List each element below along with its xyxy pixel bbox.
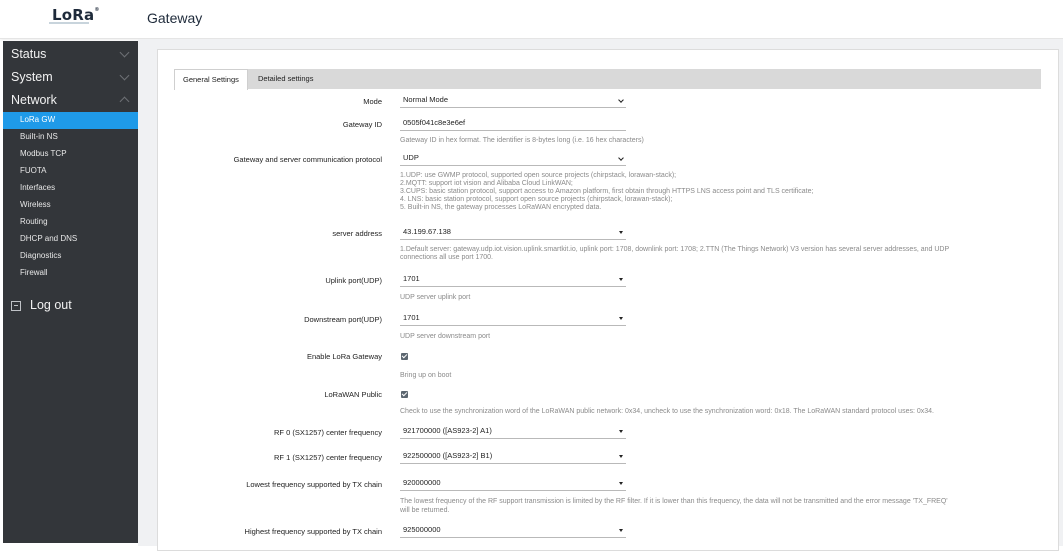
protocol-value: UDP [403,153,419,162]
lowest-frequency-value: 920000000 [403,478,441,487]
logo-underline [49,22,89,24]
uplink-port-value: 1701 [403,274,420,283]
dropdown-arrow-icon [619,278,623,281]
sidebar-item-label: Diagnostics [20,251,62,260]
rf1-frequency-label: RF 1 (SX1257) center frequency [274,453,382,462]
chevron-down-icon [618,155,624,161]
server-address-value: 43.199.67.138 [403,227,451,236]
rf1-frequency-value: 922500000 ([AS923-2] B1) [403,451,493,460]
main-content: General Settings Detailed settings Mode … [138,39,1063,551]
rf0-frequency-select[interactable]: 921700000 ([AS923-2] A1) [400,424,626,439]
chevron-down-icon [119,47,130,58]
dropdown-arrow-icon [619,430,623,433]
logo-registered-mark: ® [94,7,100,13]
sidebar-item-routing[interactable]: Routing [3,214,138,231]
dropdown-arrow-icon [619,231,623,234]
sidebar-group-network[interactable]: Network [3,89,138,112]
sidebar-item-label: Firewall [20,268,48,277]
highest-frequency-value: 925000000 [403,525,441,534]
protocol-select[interactable]: UDP [400,151,626,166]
top-bar: LoRa® Gateway [0,0,1063,39]
sidebar-item-label: Wireless [20,200,51,209]
server-hint-2: connections all use port 1700. [400,254,494,261]
gateway-id-label: Gateway ID [342,120,382,129]
tab-general-settings[interactable]: General Settings [174,69,248,90]
sidebar-item-label: Built-in NS [20,132,58,141]
sidebar-item-wireless[interactable]: Wireless [3,197,138,214]
downstream-port-label: Downstream port(UDP) [304,315,382,324]
sidebar-item-label: Interfaces [20,183,56,192]
lowest-frequency-label: Lowest frequency supported by TX chain [246,480,382,489]
lowest-frequency-select[interactable]: 920000000 [400,476,626,491]
server-address-select[interactable]: 43.199.67.138 [400,225,626,240]
sidebar-item-label: DHCP and DNS [20,234,78,243]
chevron-up-icon [119,96,130,107]
sidebar: Status System Network LoRa GW Built-in N… [3,41,138,543]
uplink-port-label: Uplink port(UDP) [325,276,382,285]
highest-frequency-select[interactable]: 925000000 [400,523,626,538]
settings-card: General Settings Detailed settings Mode … [157,49,1059,551]
mode-value: Normal Mode [403,95,449,104]
sidebar-group-status[interactable]: Status [3,43,138,66]
server-address-label: server address [332,229,382,238]
tab-bar: General Settings Detailed settings [174,69,1041,90]
sidebar-item-label: Routing [20,217,48,226]
sidebar-item-label: FUOTA [20,166,47,175]
dropdown-arrow-icon [619,317,623,320]
rf1-frequency-select[interactable]: 922500000 ([AS923-2] B1) [400,449,626,464]
dropdown-arrow-icon [619,482,623,485]
lorawan-public-hint: Check to use the synchronization word of… [400,408,934,415]
sidebar-item-diagnostics[interactable]: Diagnostics [3,248,138,265]
sidebar-item-interfaces[interactable]: Interfaces [3,180,138,197]
page-title: Gateway [147,10,203,26]
downstream-port-value: 1701 [403,313,420,322]
lorawan-public-label: LoRaWAN Public [324,390,382,399]
sidebar-group-label: Network [11,93,57,107]
sidebar-item-label: LoRa GW [20,115,56,124]
sidebar-item-built-in-ns[interactable]: Built-in NS [3,129,138,146]
downstream-port-hint: UDP server downstream port [400,333,491,340]
rf0-frequency-value: 921700000 ([AS923-2] A1) [403,426,492,435]
sidebar-item-dhcp-dns[interactable]: DHCP and DNS [3,231,138,248]
downstream-port-select[interactable]: 1701 [400,311,626,326]
gateway-id-hint: Gateway ID in hex format. The identifier… [400,137,644,144]
sidebar-group-label: System [11,70,53,84]
mode-select[interactable]: Normal Mode [400,93,626,108]
sidebar-group-system[interactable]: System [3,66,138,89]
sidebar-item-lora-gw[interactable]: LoRa GW [3,112,138,129]
sidebar-item-modbus-tcp[interactable]: Modbus TCP [3,146,138,163]
sidebar-group-label: Status [11,47,47,61]
tab-detailed-settings[interactable]: Detailed settings [250,69,321,89]
dropdown-arrow-icon [619,455,623,458]
lowest-frequency-hint-1: The lowest frequency of the RF support t… [400,498,948,505]
dropdown-arrow-icon [619,529,623,532]
sidebar-item-fuota[interactable]: FUOTA [3,163,138,180]
chevron-down-icon [618,97,624,103]
uplink-port-select[interactable]: 1701 [400,272,626,287]
mode-label: Mode [363,97,382,106]
gateway-id-input[interactable]: 0505f041c8e3e6ef [400,116,626,131]
enable-gateway-hint: Bring up on boot [400,372,452,379]
lorawan-public-checkbox[interactable] [401,391,408,398]
protocol-hint-5: 5. Built-in NS, the gateway processes Lo… [400,204,602,211]
logout-icon [11,301,21,311]
lowest-frequency-hint-2: will be returned. [400,507,450,514]
uplink-port-hint: UDP server uplink port [400,294,471,301]
sidebar-item-firewall[interactable]: Firewall [3,265,138,282]
chevron-down-icon [119,70,130,81]
protocol-label: Gateway and server communication protoco… [233,155,382,164]
enable-gateway-label: Enable LoRa Gateway [306,352,382,361]
rf0-frequency-label: RF 0 (SX1257) center frequency [274,428,382,437]
logout-label: Log out [30,298,72,312]
enable-gateway-checkbox[interactable] [401,353,408,360]
gateway-id-value: 0505f041c8e3e6ef [403,118,466,127]
sidebar-item-label: Modbus TCP [20,149,67,158]
highest-frequency-label: Highest frequency supported by TX chain [244,527,382,536]
